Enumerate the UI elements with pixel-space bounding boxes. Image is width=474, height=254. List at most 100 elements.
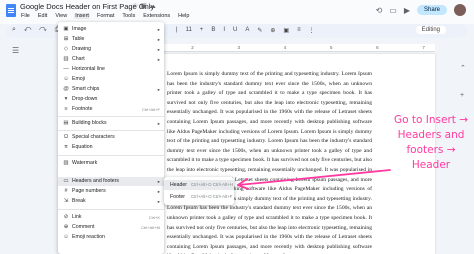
add-icon[interactable]: + — [460, 92, 464, 99]
horizontal-line-icon: ― — [63, 66, 69, 72]
menu-tools[interactable]: Tools — [121, 13, 136, 19]
menu-item-drawing[interactable]: ◇ Drawing ▸ — [58, 45, 164, 54]
avatar[interactable] — [454, 4, 466, 16]
menu-item-horizontal-line[interactable]: ― Horizontal line — [58, 65, 164, 74]
menu-insert[interactable]: Insert — [74, 13, 90, 19]
menu-item-building-blocks[interactable]: ▤ Building blocks ▸ — [58, 119, 164, 128]
menu-view[interactable]: View — [54, 13, 68, 19]
menu-item-special-characters[interactable]: Ω Special characters — [58, 133, 164, 142]
submenu-item-footer[interactable]: Footer Ctrl+Alt+O Ctrl+Alt+F — [164, 192, 234, 202]
drawing-icon: ◇ — [63, 46, 69, 52]
menu-item-label: Emoji — [72, 76, 85, 82]
image-icon: ▣ — [63, 26, 69, 32]
menu-item-drop-down[interactable]: ▾ Drop-down — [58, 95, 164, 104]
italic-button[interactable]: I — [223, 27, 225, 34]
menu-item-link[interactable]: ⊘ Link Ctrl+K — [58, 213, 164, 222]
title-actions-icons[interactable]: ☆ ▣ ☁ — [132, 2, 156, 10]
menu-item-page-numbers[interactable]: # Page numbers ▸ — [58, 187, 164, 196]
link-icon: ⊘ — [63, 214, 69, 220]
menu-item-label: Equation — [72, 144, 93, 150]
chevron-right-icon: ▸ — [157, 199, 160, 204]
menu-extensions[interactable]: Extensions — [142, 13, 171, 19]
submenu-shortcut: Ctrl+Alt+O Ctrl+Alt+F — [191, 194, 233, 199]
omega-icon: Ω — [63, 134, 69, 140]
menu-item-footnote[interactable]: ≡ Footnote Ctrl+Alt+F — [58, 105, 164, 114]
menu-item-equation[interactable]: π Equation — [58, 143, 164, 152]
menu-item-label: Page numbers — [72, 188, 106, 194]
expand-icon[interactable]: ⌃ — [460, 64, 466, 72]
top-right-actions: ⟲ ▭ ▶ Share — [376, 4, 466, 16]
editing-mode-dropdown[interactable]: Editing — [415, 26, 446, 34]
annotation-line: Header — [411, 159, 451, 171]
menu-item-emoji[interactable]: ☺ Emoji — [58, 75, 164, 84]
comment-icon[interactable]: ▭ — [389, 6, 397, 15]
menu-divider — [58, 130, 164, 131]
menu-divider — [58, 155, 164, 156]
document-outline-icon[interactable]: ☰ — [12, 46, 19, 55]
ruler-mark: 4 — [283, 45, 287, 50]
menu-item-label: Headers and footers — [72, 178, 120, 184]
meet-icon[interactable]: ▶ — [404, 6, 410, 15]
ruler-mark: 3 — [237, 45, 240, 50]
building-blocks-icon: ▤ — [63, 120, 69, 126]
ruler[interactable]: 1 2 3 4 5 6 7 — [135, 44, 435, 52]
title-bar: Google Docs Header on First Page Only ☆ … — [0, 0, 474, 24]
menu-file[interactable]: File — [20, 13, 31, 19]
menu-item-label: Horizontal line — [72, 66, 105, 72]
menu-item-label: Table — [72, 36, 85, 42]
menu-item-label: Smart chips — [72, 86, 100, 92]
annotation-line: Go to Insert → — [393, 114, 469, 126]
menu-item-label: Watermark — [72, 160, 98, 166]
menu-item-label: Footnote — [72, 106, 93, 112]
ruler-mark: 5 — [329, 45, 333, 50]
chevron-right-icon: ▸ — [157, 121, 160, 126]
menu-divider — [58, 209, 164, 210]
highlight-icon[interactable]: ✎ — [257, 27, 262, 34]
menu-item-table[interactable]: ⊞ Table ▸ — [58, 35, 164, 44]
ruler-mark: 2 — [191, 45, 194, 50]
chevron-right-icon: ▸ — [157, 47, 160, 52]
menu-edit[interactable]: Edit — [37, 13, 48, 19]
font-size-increase-button[interactable]: + — [200, 27, 204, 34]
menu-item-comment[interactable]: ⊕ Comment Ctrl+Alt+M — [58, 223, 164, 232]
submenu-item-header[interactable]: Header Ctrl+Alt+O Ctrl+Alt+H — [164, 180, 234, 190]
font-size-field[interactable]: 11 — [186, 27, 192, 34]
headers-footers-submenu: Header Ctrl+Alt+O Ctrl+Alt+H Footer Ctrl+A… — [164, 177, 234, 205]
underline-button[interactable]: U — [233, 27, 237, 34]
smart-chips-icon: @ — [63, 86, 69, 92]
chart-icon: ▥ — [63, 56, 69, 62]
history-icon[interactable]: ⟲ — [376, 6, 383, 15]
menu-item-label: Chart — [72, 56, 85, 62]
text-color-button[interactable]: A — [245, 27, 249, 34]
menu-item-label: Link — [72, 214, 82, 220]
ruler-marks: 1 2 3 4 5 6 7 — [135, 45, 435, 50]
menu-item-break[interactable]: ⇲ Break ▸ — [58, 197, 164, 206]
menu-divider — [58, 116, 164, 117]
bold-button[interactable]: B — [211, 27, 215, 34]
share-button[interactable]: Share — [416, 5, 447, 15]
menu-item-label: Special characters — [72, 134, 115, 140]
menu-item-watermark[interactable]: ▧ Watermark — [58, 159, 164, 168]
more-options-icon[interactable]: ⋮ — [309, 27, 315, 34]
insert-image-icon[interactable]: ▣ — [283, 27, 289, 34]
insert-link-icon[interactable]: ⊕ — [270, 27, 275, 34]
footnote-icon: ≡ — [64, 106, 68, 112]
break-icon: ⇲ — [63, 198, 69, 204]
menu-item-label: Building blocks — [72, 120, 107, 126]
document-body-text[interactable]: Lorem Ipsum is simply dummy text of the … — [167, 70, 372, 254]
menu-item-headers-and-footers[interactable]: ▭ Headers and footers ▸ — [58, 177, 164, 186]
menu-item-image[interactable]: ▣ Image ▸ — [58, 25, 164, 34]
menu-item-chart[interactable]: ▥ Chart ▸ — [58, 55, 164, 64]
submenu-item-label: Footer — [170, 194, 185, 200]
menu-item-emoji-reaction[interactable]: ☺ Emoji reaction — [58, 233, 164, 242]
submenu-item-label: Header — [170, 182, 188, 188]
menu-help[interactable]: Help — [177, 13, 190, 19]
menu-item-label: Drop-down — [72, 96, 98, 102]
menu-format[interactable]: Format — [96, 13, 115, 19]
toolbar-divider: | — [176, 27, 178, 33]
docs-logo-icon[interactable] — [6, 4, 16, 17]
align-icon[interactable]: ≡ — [297, 27, 301, 34]
insert-menu: ▣ Image ▸ ⊞ Table ▸ ◇ Drawing ▸ ▥ Chart ▸ ― Horiz… — [58, 22, 164, 254]
menu-item-label: Image — [72, 26, 87, 32]
menu-item-smart-chips[interactable]: @ Smart chips ▸ — [58, 85, 164, 94]
